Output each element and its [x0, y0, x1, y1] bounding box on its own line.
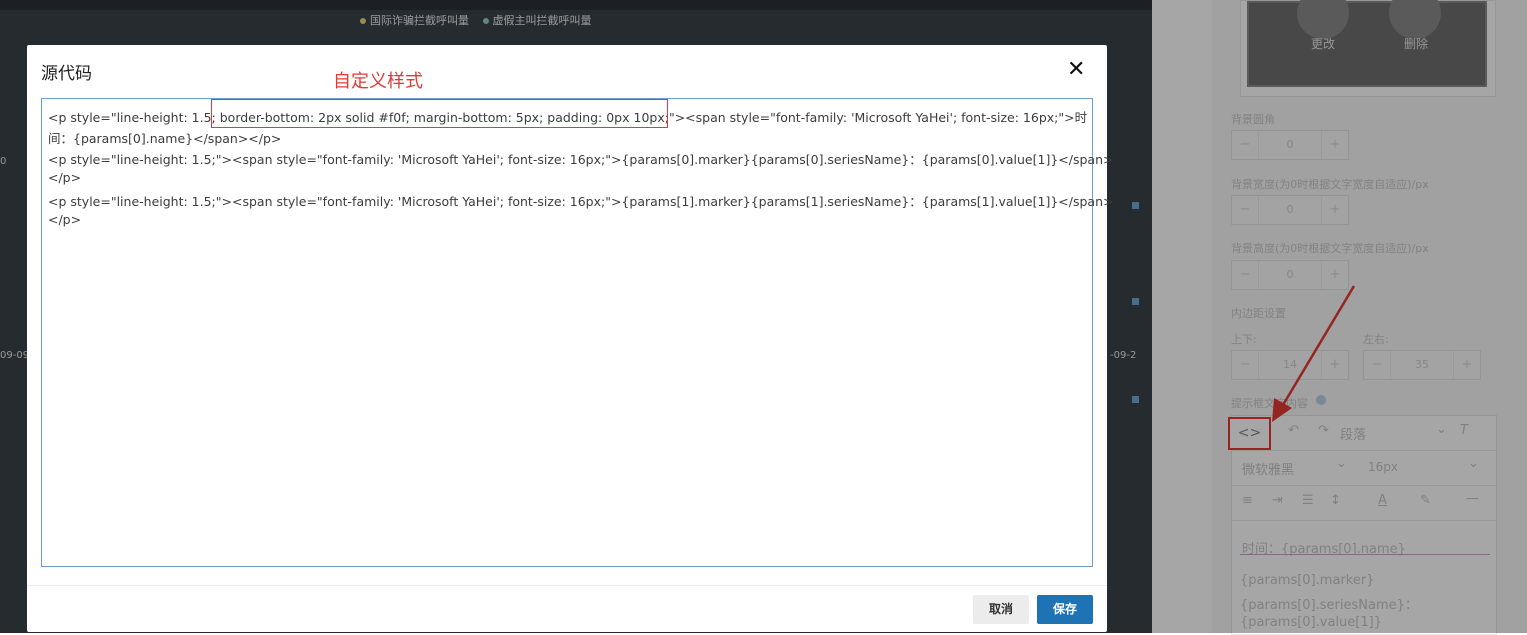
code-line: </p>: [48, 170, 82, 185]
annotation-label: 自定义样式: [333, 71, 423, 92]
dialog-header: 源代码 自定义样式 ✕: [27, 45, 1107, 95]
code-line: <p style="line-height: 1.5;"><span style…: [48, 152, 1114, 167]
source-code-textarea[interactable]: <p style="line-height: 1.5; border-botto…: [41, 98, 1113, 567]
cancel-button[interactable]: 取消: [973, 595, 1029, 624]
code-line: <p style="line-height: 1.5;"><span style…: [48, 194, 1114, 209]
source-code-dialog: 源代码 自定义样式 ✕ <p style="line-height: 1.5; …: [27, 45, 1113, 633]
code-line: 间：{params[0].name}</span></p>: [48, 131, 282, 146]
dialog-footer: 取消 保存: [27, 585, 1107, 633]
save-button[interactable]: 保存: [1037, 595, 1093, 624]
custom-style-highlight: [211, 99, 668, 128]
dialog-title: 源代码: [41, 64, 92, 84]
close-icon[interactable]: ✕: [1067, 57, 1085, 82]
code-line: </p>: [48, 212, 82, 227]
